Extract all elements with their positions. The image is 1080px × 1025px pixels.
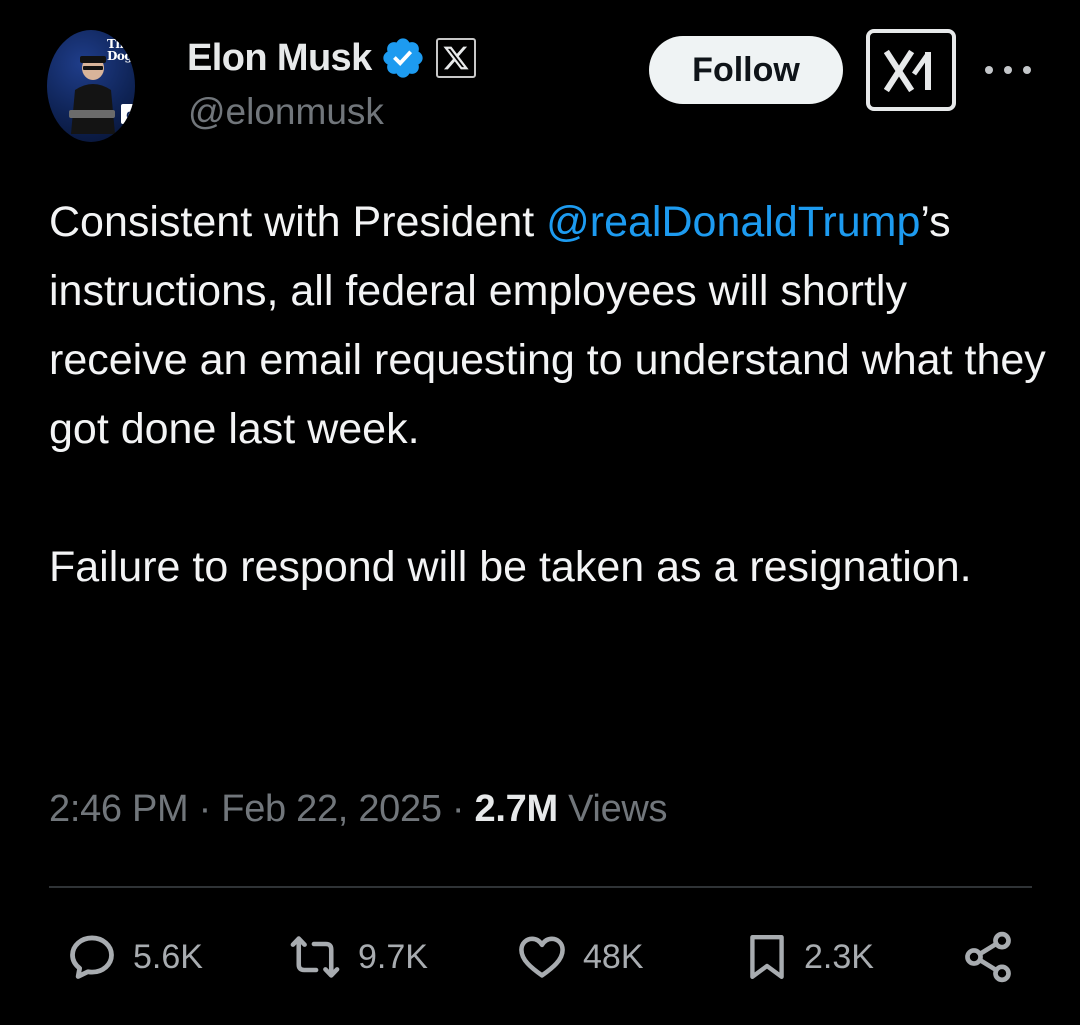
xai-logo-glyph	[884, 49, 931, 93]
x-logo-glyph	[443, 46, 469, 70]
share-button[interactable]	[960, 922, 1016, 992]
xai-logo-icon[interactable]	[866, 29, 956, 111]
author-handle[interactable]: @elonmusk	[188, 91, 384, 133]
author-display-name[interactable]: Elon Musk	[187, 37, 372, 80]
repost-button[interactable]: 9.7K	[284, 922, 428, 992]
more-dot	[985, 66, 993, 74]
x-logo-icon[interactable]	[435, 38, 476, 78]
divider	[49, 886, 1032, 888]
verified-badge-icon[interactable]	[380, 35, 426, 81]
tweet-text-start: Consistent with President	[49, 198, 547, 246]
bookmark-button[interactable]: 2.3K	[742, 922, 874, 992]
more-dot	[1004, 66, 1012, 74]
meta-separator: ·	[441, 788, 475, 830]
avatar[interactable]: The Dogefa c	[47, 30, 135, 142]
follow-button[interactable]: Follow	[649, 36, 843, 104]
tweet-meta: 2:46 PM · Feb 22, 2025 · 2.7M Views	[49, 788, 668, 831]
more-dot	[1023, 66, 1031, 74]
bookmark-icon	[750, 935, 784, 979]
repost-count: 9.7K	[358, 937, 428, 976]
tweet-time[interactable]: 2:46 PM	[49, 788, 189, 830]
like-count: 48K	[583, 937, 644, 976]
meta-separator: ·	[188, 788, 222, 830]
mention-link[interactable]: @realDonaldTrump	[546, 198, 920, 246]
tweet-date[interactable]: Feb 22, 2025	[221, 788, 442, 830]
share-icon	[965, 931, 1011, 983]
heart-icon	[519, 936, 565, 978]
avatar-brand-text: The Dogefa	[107, 37, 135, 63]
reply-button[interactable]: 5.6K	[63, 922, 203, 992]
tweet-text: Consistent with President @realDonaldTru…	[49, 188, 1049, 602]
views-count[interactable]: 2.7M	[475, 788, 559, 830]
tweet-text-rest: ’s instructions, all federal employees w…	[49, 198, 1046, 591]
avatar-brand-badge: c	[121, 104, 135, 124]
views-label: Views	[568, 788, 668, 830]
more-icon[interactable]	[985, 60, 1031, 80]
like-button[interactable]: 48K	[513, 922, 644, 992]
repost-icon	[290, 936, 340, 978]
bookmark-count: 2.3K	[804, 937, 874, 976]
reply-icon	[70, 935, 114, 979]
author-name-row: Elon Musk	[187, 34, 476, 82]
reply-count: 5.6K	[133, 937, 203, 976]
